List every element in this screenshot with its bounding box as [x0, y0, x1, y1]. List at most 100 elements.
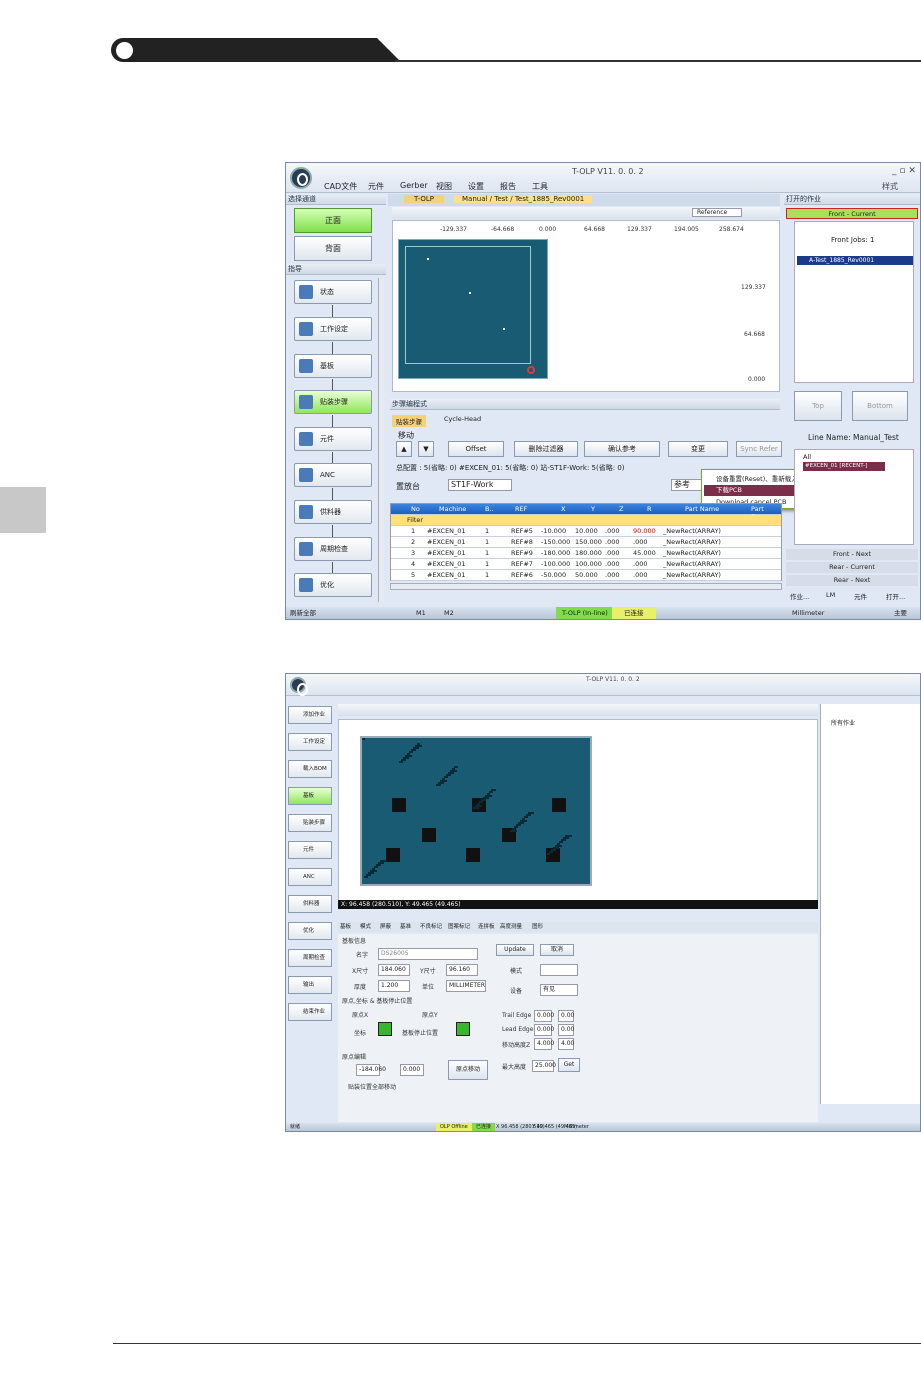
tab-tolp[interactable]: T-OLP: [404, 195, 444, 203]
tab-components[interactable]: 元件: [854, 591, 867, 601]
workflow-job-settings[interactable]: 工作设定: [294, 317, 372, 341]
settings-select[interactable]: 有见: [540, 984, 578, 996]
tab-mask[interactable]: 屏蔽: [380, 922, 391, 930]
mode-select[interactable]: [540, 964, 578, 976]
front-button[interactable]: 正面: [294, 208, 372, 233]
status-m2[interactable]: M2: [444, 607, 454, 619]
origin-x-field[interactable]: -184.060: [356, 1064, 386, 1076]
col-machine[interactable]: Machine: [439, 505, 466, 513]
back-button[interactable]: 背面: [294, 236, 372, 261]
app-logo-icon[interactable]: [290, 167, 312, 189]
tree-all[interactable]: All: [803, 453, 811, 461]
trail-edge-field-2[interactable]: 0.00: [558, 1010, 574, 1022]
board-outline[interactable]: [398, 239, 548, 379]
menu-settings[interactable]: 设置: [468, 181, 484, 192]
workflow-step[interactable]: 供料器: [288, 895, 332, 913]
tree-machine-item[interactable]: #EXCEN_01 [RECENT-]: [803, 462, 885, 471]
unit-select[interactable]: MILLIMETER: [446, 980, 486, 992]
board-name-field[interactable]: DS26005: [378, 948, 478, 960]
style-menu[interactable]: 样式: [882, 181, 898, 192]
menu-gerber[interactable]: Gerber: [400, 181, 428, 190]
tab-pattern-mark[interactable]: 图案标记: [448, 922, 470, 930]
workflow-anc[interactable]: ANC: [294, 463, 372, 487]
queue-front-next[interactable]: Front - Next: [786, 549, 918, 560]
status-m1[interactable]: M1: [416, 607, 426, 619]
tab-graphics[interactable]: 图形: [532, 922, 543, 930]
x-size-field[interactable]: 184.060: [378, 964, 410, 976]
col-y[interactable]: Y: [591, 505, 595, 513]
menu-component[interactable]: 元件: [368, 181, 384, 192]
workflow-step[interactable]: 结束作业: [288, 1003, 332, 1021]
workflow-step[interactable]: 输出: [288, 976, 332, 994]
workflow-status[interactable]: 状态: [294, 280, 372, 304]
workflow-step[interactable]: 基板: [288, 787, 332, 805]
move-height-field[interactable]: 4.000: [534, 1038, 554, 1050]
get-button[interactable]: Get: [558, 1058, 580, 1072]
tab-array[interactable]: 连拼板: [478, 922, 495, 930]
col-ref[interactable]: REF: [515, 505, 527, 513]
col-x[interactable]: X: [561, 505, 565, 513]
max-height-field[interactable]: 25.000: [532, 1060, 556, 1072]
top-button[interactable]: Top: [794, 391, 842, 421]
table-row[interactable]: 3 #EXCEN_01 1 REF#9 -180.000 180.000.000 45.00…: [391, 548, 781, 559]
reference-dropdown[interactable]: Reference: [692, 208, 743, 217]
col-board[interactable]: B..: [485, 505, 494, 513]
table-row[interactable]: 1 #EXCEN_01 1 REF#5 -10.000 10.000 .000 90.000 _…: [391, 526, 781, 537]
update-button[interactable]: Update: [496, 944, 534, 956]
tab-height[interactable]: 高度测量: [500, 922, 522, 930]
tab-board[interactable]: 基板: [340, 922, 351, 930]
workflow-step[interactable]: 贴装步骤: [288, 814, 332, 832]
origin-move-button[interactable]: 原点移动: [448, 1060, 488, 1080]
workflow-optimize[interactable]: 优化: [294, 573, 372, 597]
workflow-step[interactable]: 工作设定: [288, 733, 332, 751]
workflow-step[interactable]: 载入BOM: [288, 760, 332, 778]
tab-lm[interactable]: LM: [826, 591, 835, 599]
menu-report[interactable]: 报告: [500, 181, 516, 192]
queue-rear-current[interactable]: Rear - Current: [786, 562, 918, 573]
tab-open[interactable]: 打开...: [886, 591, 905, 601]
workflow-step[interactable]: ANC: [288, 868, 332, 886]
delete-filter-button[interactable]: 删除过滤器: [514, 441, 578, 457]
lead-edge-field[interactable]: 0.000: [534, 1024, 554, 1036]
thickness-field[interactable]: 1.200: [378, 980, 410, 992]
pcb-board[interactable]: [360, 736, 592, 886]
tab-mode[interactable]: 模式: [360, 922, 371, 930]
workflow-step[interactable]: 元件: [288, 841, 332, 859]
workflow-cycle-check[interactable]: 周期检查: [294, 537, 372, 561]
y-size-field[interactable]: 96.160: [446, 964, 478, 976]
tree-root[interactable]: 所有作业: [831, 718, 855, 727]
table-row[interactable]: 5 #EXCEN_01 1 REF#6 -50.000 50.000 .000 .000 _Ne…: [391, 570, 781, 581]
table-row[interactable]: 4 #EXCEN_01 1 REF#7 -100.000 100.000.000.000 _…: [391, 559, 781, 570]
coordinate-origin-icon[interactable]: [378, 1022, 392, 1036]
sync-reference-button[interactable]: Sync Refer: [736, 441, 782, 457]
workflow-step[interactable]: 优化: [288, 922, 332, 940]
table-row[interactable]: 2 #EXCEN_01 1 REF#8 -150.000 150.000.000.000 _…: [391, 537, 781, 548]
move-height-field-2[interactable]: 4.00: [558, 1038, 574, 1050]
app-logo-icon[interactable]: [290, 677, 308, 696]
change-button[interactable]: 变更: [668, 441, 728, 457]
move-up-button[interactable]: ▲: [396, 441, 412, 457]
tab-jobs[interactable]: 作业...: [790, 591, 809, 601]
tab-placement-steps[interactable]: 贴装步骤: [392, 415, 426, 427]
filter-row[interactable]: Filter: [391, 515, 781, 526]
table-hscrollbar[interactable]: [390, 583, 782, 590]
job-list-item[interactable]: A-Test_1885_Rev0001: [797, 256, 913, 265]
offset-button[interactable]: Offset: [448, 441, 504, 457]
cancel-button[interactable]: 取消: [540, 944, 574, 956]
menu-view[interactable]: 视图: [436, 181, 452, 192]
station-select[interactable]: ST1F-Work: [448, 479, 512, 491]
workflow-step[interactable]: 添加作业: [288, 706, 332, 724]
workflow-feeder[interactable]: 供料器: [294, 500, 372, 524]
placement-point[interactable]: [427, 258, 429, 260]
bottom-button[interactable]: Bottom: [852, 391, 908, 421]
lead-edge-field-2[interactable]: 0.00: [558, 1024, 574, 1036]
menu-cad[interactable]: CAD文件: [324, 181, 357, 192]
col-z[interactable]: Z: [619, 505, 623, 513]
col-part-name[interactable]: Part Name: [685, 505, 719, 513]
status-refresh[interactable]: 刷新全部: [290, 607, 316, 619]
trail-edge-field[interactable]: 0.000: [534, 1010, 554, 1022]
apply-all-checkbox[interactable]: 贴装位置全部移动: [348, 1082, 396, 1091]
tab-cycle-head[interactable]: Cycle-Head: [444, 415, 481, 423]
menu-tools[interactable]: 工具: [532, 181, 548, 192]
col-no[interactable]: No: [411, 505, 420, 513]
